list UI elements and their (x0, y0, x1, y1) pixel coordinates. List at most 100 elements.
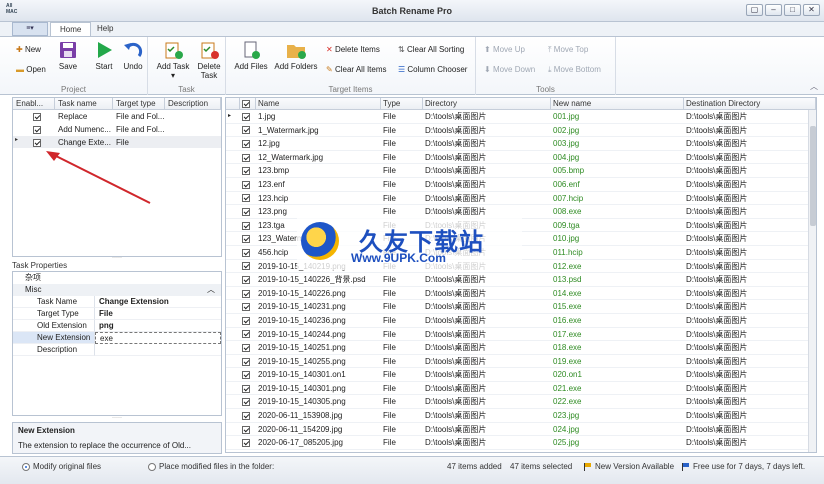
vertical-scrollbar[interactable] (808, 110, 816, 452)
file-row[interactable]: 123.hcip File D:\tools\桌面图片 007.hcip D:\tool… (226, 192, 816, 206)
new-version-link[interactable]: New Version Available (584, 462, 674, 472)
file-checkbox-cell[interactable] (240, 314, 256, 327)
file-checkbox[interactable] (242, 235, 250, 244)
property-value[interactable]: File (95, 308, 221, 320)
add-task-button[interactable]: Add Task ▾ (156, 41, 190, 80)
file-checkbox-cell[interactable] (240, 300, 256, 313)
select-all-checkbox[interactable] (242, 100, 250, 109)
file-row[interactable]: 2019-10-15_140305.png File D:\tools\桌面图片 02… (226, 395, 816, 410)
file-checkbox[interactable] (242, 126, 250, 135)
file-row[interactable]: 2019-10-15_140301.on1 File D:\tools\桌面图片 02… (226, 368, 816, 382)
file-menu-button[interactable]: ≡▾ (12, 22, 48, 36)
file-checkbox[interactable] (242, 357, 250, 366)
undo-button[interactable]: Undo (120, 41, 146, 71)
file-checkbox[interactable] (242, 384, 250, 393)
collapse-ribbon-icon[interactable]: ︿ (810, 81, 818, 92)
property-row[interactable]: Target Type File (13, 308, 221, 320)
new-button[interactable]: ✚ New (16, 45, 41, 55)
enabled-checkbox[interactable] (33, 112, 41, 121)
file-checkbox-cell[interactable] (240, 287, 256, 300)
file-checkbox-cell[interactable] (240, 395, 256, 408)
file-row[interactable]: 2019-10-15_140251.png File D:\tools\桌面图片 01… (226, 341, 816, 355)
move-bottom-button[interactable]: ⤓ Move Bottom (548, 65, 601, 75)
file-checkbox[interactable] (242, 330, 250, 339)
clear-all-items-button[interactable]: ✎ Clear All Items (326, 65, 387, 75)
move-up-button[interactable]: ⬆ Move Up (484, 45, 525, 55)
file-checkbox-cell[interactable] (240, 423, 256, 436)
column-header-new-name[interactable]: New name (551, 98, 684, 109)
splitter-handle[interactable]: ····· (12, 415, 222, 421)
column-header-name[interactable]: Name (256, 98, 381, 109)
file-checkbox[interactable] (242, 112, 250, 121)
file-checkbox-cell[interactable] (240, 355, 256, 368)
add-folders-button[interactable]: Add Folders (274, 41, 318, 71)
column-header-directory[interactable]: Directory (423, 98, 551, 109)
file-checkbox[interactable] (242, 262, 250, 271)
enabled-checkbox[interactable] (33, 138, 41, 147)
file-row[interactable]: 2020-06-17_085205.jpg File D:\tools\桌面图片 02… (226, 436, 816, 450)
file-checkbox-cell[interactable] (240, 110, 256, 123)
file-checkbox-cell[interactable] (240, 219, 256, 232)
file-checkbox[interactable] (242, 303, 250, 312)
properties-category-misc[interactable]: Misc ︿ (13, 284, 221, 296)
scrollbar-thumb[interactable] (810, 126, 816, 226)
close-button[interactable]: ✕ (803, 4, 820, 16)
tab-home[interactable]: Home (50, 22, 92, 36)
select-all-checkbox-cell[interactable] (240, 98, 256, 109)
file-row[interactable]: 2019-10-15_140244.png File D:\tools\桌面图片 01… (226, 328, 816, 342)
file-checkbox-cell[interactable] (240, 409, 256, 422)
file-checkbox[interactable] (242, 153, 250, 162)
file-row[interactable]: 12.jpg File D:\tools\桌面图片 003.jpg D:\tools\桌… (226, 137, 816, 151)
file-checkbox-cell[interactable] (240, 341, 256, 354)
file-checkbox-cell[interactable] (240, 137, 256, 150)
file-checkbox-cell[interactable] (240, 273, 256, 286)
add-files-button[interactable]: Add Files (234, 41, 268, 71)
property-value[interactable] (95, 344, 221, 356)
file-row[interactable]: ▸ 1.jpg File D:\tools\桌面图片 001.jpg D:\tools\桌… (226, 110, 816, 124)
file-checkbox-cell[interactable] (240, 368, 256, 381)
move-top-button[interactable]: ⤒ Move Top (548, 45, 588, 55)
column-header-task-name[interactable]: Task name (55, 98, 113, 109)
file-checkbox[interactable] (242, 248, 250, 257)
file-row[interactable]: 2019-10-15_140236.png File D:\tools\桌面图片 01… (226, 314, 816, 328)
property-value[interactable]: Change Extension (95, 296, 221, 308)
move-down-button[interactable]: ⬇ Move Down (484, 65, 535, 75)
start-button[interactable]: Start (92, 41, 116, 71)
file-checkbox[interactable] (242, 316, 250, 325)
file-checkbox-cell[interactable] (240, 436, 256, 449)
file-checkbox-cell[interactable] (240, 328, 256, 341)
file-checkbox-cell[interactable] (240, 151, 256, 164)
column-header-destination[interactable]: Destination Directory (684, 98, 816, 109)
file-row[interactable]: 123.bmp File D:\tools\桌面图片 005.bmp D:\tools\… (226, 164, 816, 178)
file-row[interactable]: 2019-10-15_140226.png File D:\tools\桌面图片 01… (226, 287, 816, 301)
file-row[interactable]: 2019-10-15_140255.png File D:\tools\桌面图片 01… (226, 355, 816, 369)
file-checkbox[interactable] (242, 140, 250, 149)
property-row-selected[interactable]: New Extension exe (13, 332, 221, 344)
task-row[interactable]: Replace File and Fol... (13, 110, 221, 123)
property-row[interactable]: Task Name Change Extension (13, 296, 221, 308)
modify-original-radio[interactable]: Modify original files (22, 462, 101, 472)
file-checkbox-cell[interactable] (240, 124, 256, 137)
column-header-target-type[interactable]: Target type (113, 98, 165, 109)
file-row[interactable]: 2019-10-15_140231.png File D:\tools\桌面图片 01… (226, 300, 816, 314)
ribbon-toggle-button[interactable]: ▢ (746, 4, 763, 16)
property-row[interactable]: Old Extension png (13, 320, 221, 332)
file-checkbox[interactable] (242, 180, 250, 189)
new-extension-input[interactable]: exe (95, 332, 221, 344)
file-checkbox[interactable] (242, 194, 250, 203)
file-row[interactable]: 12_Watermark.jpg File D:\tools\桌面图片 004.jpg… (226, 151, 816, 165)
collapse-icon[interactable]: ︿ (207, 284, 215, 296)
file-checkbox[interactable] (242, 289, 250, 298)
file-row[interactable]: 2020-06-11_154209.jpg File D:\tools\桌面图片 02… (226, 423, 816, 437)
maximize-button[interactable]: □ (784, 4, 801, 16)
property-row[interactable]: Description (13, 344, 221, 356)
property-value[interactable]: png (95, 320, 221, 332)
file-row[interactable]: 2020-06-11_153908.jpg File D:\tools\桌面图片 02… (226, 409, 816, 423)
file-row[interactable]: 123.enf File D:\tools\桌面图片 006.enf D:\tools\… (226, 178, 816, 192)
file-checkbox[interactable] (242, 276, 250, 285)
file-checkbox[interactable] (242, 343, 250, 352)
file-checkbox[interactable] (242, 371, 250, 380)
minimize-button[interactable]: – (765, 4, 782, 16)
file-checkbox[interactable] (242, 439, 250, 448)
column-header-enabled[interactable]: Enabl... (13, 98, 55, 109)
